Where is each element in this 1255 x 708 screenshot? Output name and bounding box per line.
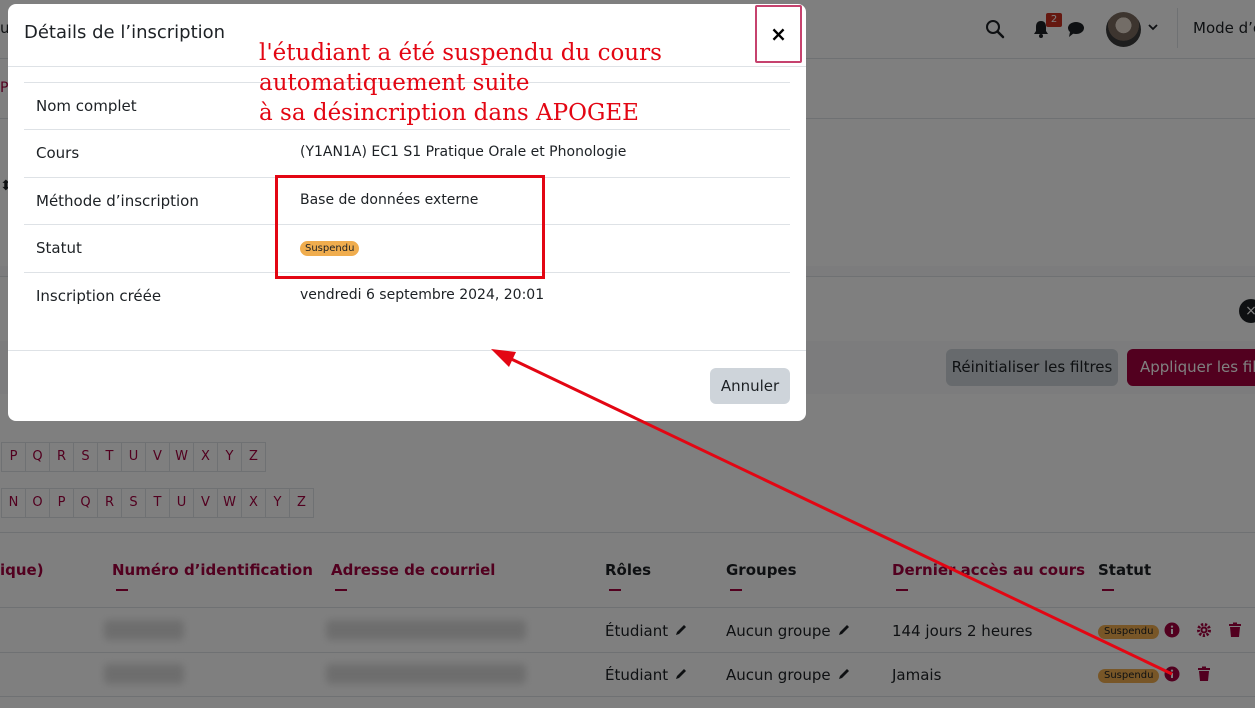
arrow-head	[491, 349, 516, 367]
arrow-line	[504, 354, 1173, 676]
annotation-arrow	[491, 349, 1173, 676]
